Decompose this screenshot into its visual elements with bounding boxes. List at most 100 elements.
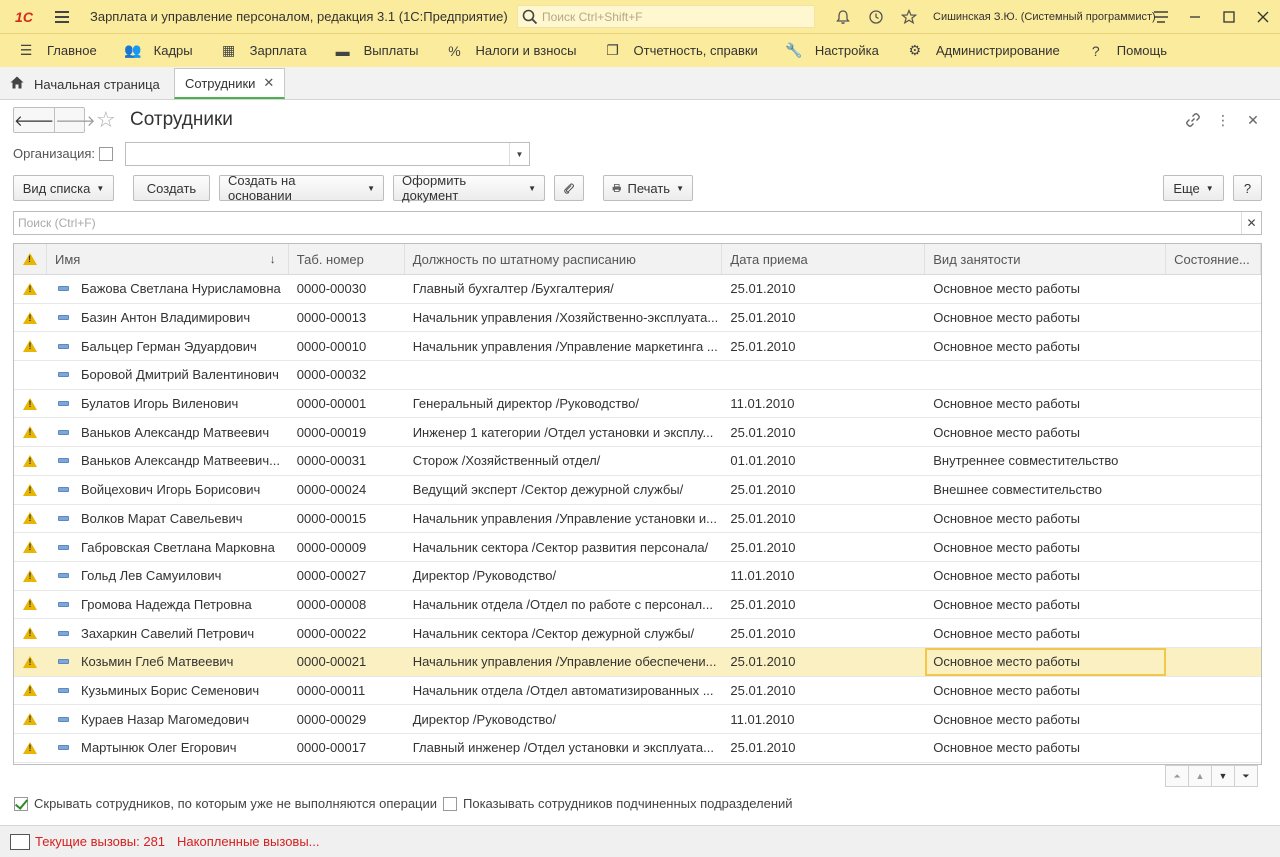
employee-number-cell[interactable]: 0000-00022 xyxy=(289,619,405,647)
table-row[interactable]: Бальцер Герман Эдуардович 0000-00010Начал… xyxy=(14,332,1261,362)
menu-item-help[interactable]: ? Помощь xyxy=(1070,34,1177,68)
table-row[interactable]: Кураев Назар Магомедович 0000-00029Директ… xyxy=(14,705,1261,734)
employee-number-cell[interactable]: 0000-00015 xyxy=(289,505,405,533)
employee-hire-date-cell[interactable]: 25.01.2010 xyxy=(722,332,925,360)
employee-employment-type-cell[interactable]: Основное место работы xyxy=(925,533,1166,561)
employee-state-cell[interactable] xyxy=(1166,591,1261,619)
history-icon[interactable] xyxy=(859,0,892,33)
employee-name-cell[interactable]: Гольд Лев Самуилович xyxy=(47,562,289,590)
column-header-name[interactable]: Имя ↓ xyxy=(47,244,289,274)
accumulated-calls-status[interactable]: Накопленные вызовы... xyxy=(177,834,319,849)
employee-number-cell[interactable]: 0000-00011 xyxy=(289,677,405,705)
employee-hire-date-cell[interactable]: 25.01.2010 xyxy=(722,533,925,561)
employee-position-cell[interactable]: Начальник управления /Управление маркети… xyxy=(405,332,723,360)
menu-item-settings[interactable]: 🔧 Настройка xyxy=(768,34,889,68)
employee-position-cell[interactable]: Главный инженер /Отдел установки и экспл… xyxy=(405,734,723,762)
menu-item-main[interactable]: ☰ Главное xyxy=(0,34,107,68)
employee-name-cell[interactable]: Кузьминых Борис Семенович xyxy=(47,677,289,705)
employee-position-cell[interactable]: Начальник сектора /Сектор развития персо… xyxy=(405,533,723,561)
employee-state-cell[interactable] xyxy=(1166,447,1261,475)
employee-employment-type-cell[interactable]: Основное место работы xyxy=(925,390,1166,418)
tab-employees[interactable]: Сотрудники ✕ xyxy=(174,68,286,99)
employee-hire-date-cell[interactable]: 25.01.2010 xyxy=(722,304,925,332)
table-row[interactable]: Ваньков Александр Матвеевич... 0000-00031… xyxy=(14,447,1261,476)
employee-name-cell[interactable]: Ваньков Александр Матвеевич... xyxy=(47,447,289,475)
column-header-warning[interactable] xyxy=(14,244,47,274)
clear-search-icon[interactable]: ✕ xyxy=(1241,212,1261,234)
employee-number-cell[interactable]: 0000-00031 xyxy=(289,447,405,475)
employee-number-cell[interactable]: 0000-00009 xyxy=(289,533,405,561)
make-document-button[interactable]: Оформить документ ▼ xyxy=(393,173,545,203)
help-button[interactable]: ? xyxy=(1233,175,1262,201)
employee-position-cell[interactable]: Главный бухгалтер /Бухгалтерия/ xyxy=(405,275,723,303)
organization-filter-checkbox[interactable] xyxy=(99,147,113,161)
row-warning-cell[interactable] xyxy=(14,418,47,446)
employee-position-cell[interactable]: Сторож /Хозяйственный отдел/ xyxy=(405,447,723,475)
table-row[interactable]: Громова Надежда Петровна 0000-00008Началь… xyxy=(14,591,1261,620)
chevron-down-icon[interactable]: ▼ xyxy=(509,143,529,165)
menu-item-taxes[interactable]: % Налоги и взносы xyxy=(428,34,586,68)
favorites-star-icon[interactable] xyxy=(892,0,925,33)
employee-hire-date-cell[interactable]: 25.01.2010 xyxy=(722,734,925,762)
attach-button[interactable] xyxy=(554,175,584,201)
employee-state-cell[interactable] xyxy=(1166,505,1261,533)
employee-employment-type-cell[interactable]: Основное место работы xyxy=(925,505,1166,533)
checkbox-checked-icon[interactable] xyxy=(14,796,28,811)
employee-employment-type-cell[interactable] xyxy=(925,361,1166,389)
create-button[interactable]: Создать xyxy=(133,175,210,201)
employee-position-cell[interactable]: Ведущий эксперт /Сектор дежурной службы/ xyxy=(405,476,723,504)
more-button[interactable]: Еще ▼ xyxy=(1163,175,1224,201)
employee-number-cell[interactable]: 0000-00032 xyxy=(289,361,405,389)
employee-number-cell[interactable]: 0000-00017 xyxy=(289,734,405,762)
employee-state-cell[interactable] xyxy=(1166,390,1261,418)
close-window-icon[interactable] xyxy=(1246,0,1280,33)
checkbox-unchecked-icon[interactable] xyxy=(443,796,457,811)
employee-state-cell[interactable] xyxy=(1166,619,1261,647)
forward-arrow-icon[interactable]: 🡒 xyxy=(54,108,95,132)
employee-hire-date-cell[interactable]: 01.01.2010 xyxy=(722,447,925,475)
employee-number-cell[interactable]: 0000-00013 xyxy=(289,304,405,332)
hide-inactive-checkbox[interactable]: Скрывать сотрудников, по которым уже не … xyxy=(14,796,437,811)
employee-hire-date-cell[interactable]: 25.01.2010 xyxy=(722,275,925,303)
table-row[interactable]: Гольд Лев Самуилович 0000-00027Директор /… xyxy=(14,562,1261,591)
employee-position-cell[interactable]: Инженер 1 категории /Отдел установки и э… xyxy=(405,418,723,446)
employee-state-cell[interactable] xyxy=(1166,361,1261,389)
employee-hire-date-cell[interactable]: 25.01.2010 xyxy=(722,677,925,705)
employee-number-cell[interactable]: 0000-00010 xyxy=(289,332,405,360)
table-row[interactable]: Базин Антон Владимирович 0000-00013Началь… xyxy=(14,304,1261,333)
app-logo[interactable]: 1С xyxy=(0,0,48,33)
employee-hire-date-cell[interactable]: 11.01.2010 xyxy=(722,562,925,590)
employee-hire-date-cell[interactable]: 25.01.2010 xyxy=(722,476,925,504)
employee-position-cell[interactable] xyxy=(405,361,723,389)
employee-state-cell[interactable] xyxy=(1166,648,1261,676)
employee-name-cell[interactable]: Громова Надежда Петровна xyxy=(47,591,289,619)
table-row[interactable]: Булатов Игорь Виленович 0000-00001Генерал… xyxy=(14,390,1261,419)
employee-employment-type-cell[interactable]: Внешнее совместительство xyxy=(925,476,1166,504)
organization-field[interactable]: ▼ xyxy=(125,142,530,166)
employee-position-cell[interactable]: Начальник отдела /Отдел автоматизированн… xyxy=(405,677,723,705)
employee-number-cell[interactable]: 0000-00001 xyxy=(289,390,405,418)
employee-hire-date-cell[interactable]: 11.01.2010 xyxy=(722,390,925,418)
scroll-down-icon[interactable]: ▼ xyxy=(1211,765,1235,787)
employee-hire-date-cell[interactable]: 25.01.2010 xyxy=(722,591,925,619)
table-row[interactable]: Войцехович Игорь Борисович 0000-00024Веду… xyxy=(14,476,1261,505)
employee-number-cell[interactable]: 0000-00029 xyxy=(289,705,405,733)
employee-employment-type-cell[interactable]: Основное место работы xyxy=(925,619,1166,647)
employee-state-cell[interactable] xyxy=(1166,734,1261,762)
employee-employment-type-cell[interactable]: Основное место работы xyxy=(925,304,1166,332)
column-header-state[interactable]: Состояние... xyxy=(1166,244,1261,274)
employee-employment-type-cell[interactable]: Основное место работы xyxy=(925,332,1166,360)
employee-name-cell[interactable]: Мартынюк Олег Егорович xyxy=(47,734,289,762)
employee-hire-date-cell[interactable]: 25.01.2010 xyxy=(722,505,925,533)
employee-number-cell[interactable]: 0000-00027 xyxy=(289,562,405,590)
table-row[interactable]: Захаркин Савелий Петрович 0000-00022Начал… xyxy=(14,619,1261,648)
menu-item-salary[interactable]: ▦ Зарплата xyxy=(203,34,317,68)
row-warning-cell[interactable] xyxy=(14,705,47,733)
menu-item-reports[interactable]: ❐ Отчетность, справки xyxy=(587,34,768,68)
print-button[interactable]: Печать ▼ xyxy=(603,175,693,201)
link-icon[interactable] xyxy=(1178,108,1208,132)
close-form-icon[interactable]: ✕ xyxy=(1238,108,1268,132)
back-arrow-icon[interactable]: 🡐 xyxy=(14,108,54,132)
employee-employment-type-cell[interactable]: Основное место работы xyxy=(925,705,1166,733)
list-search-input[interactable]: Поиск (Ctrl+F) ✕ xyxy=(13,211,1262,235)
